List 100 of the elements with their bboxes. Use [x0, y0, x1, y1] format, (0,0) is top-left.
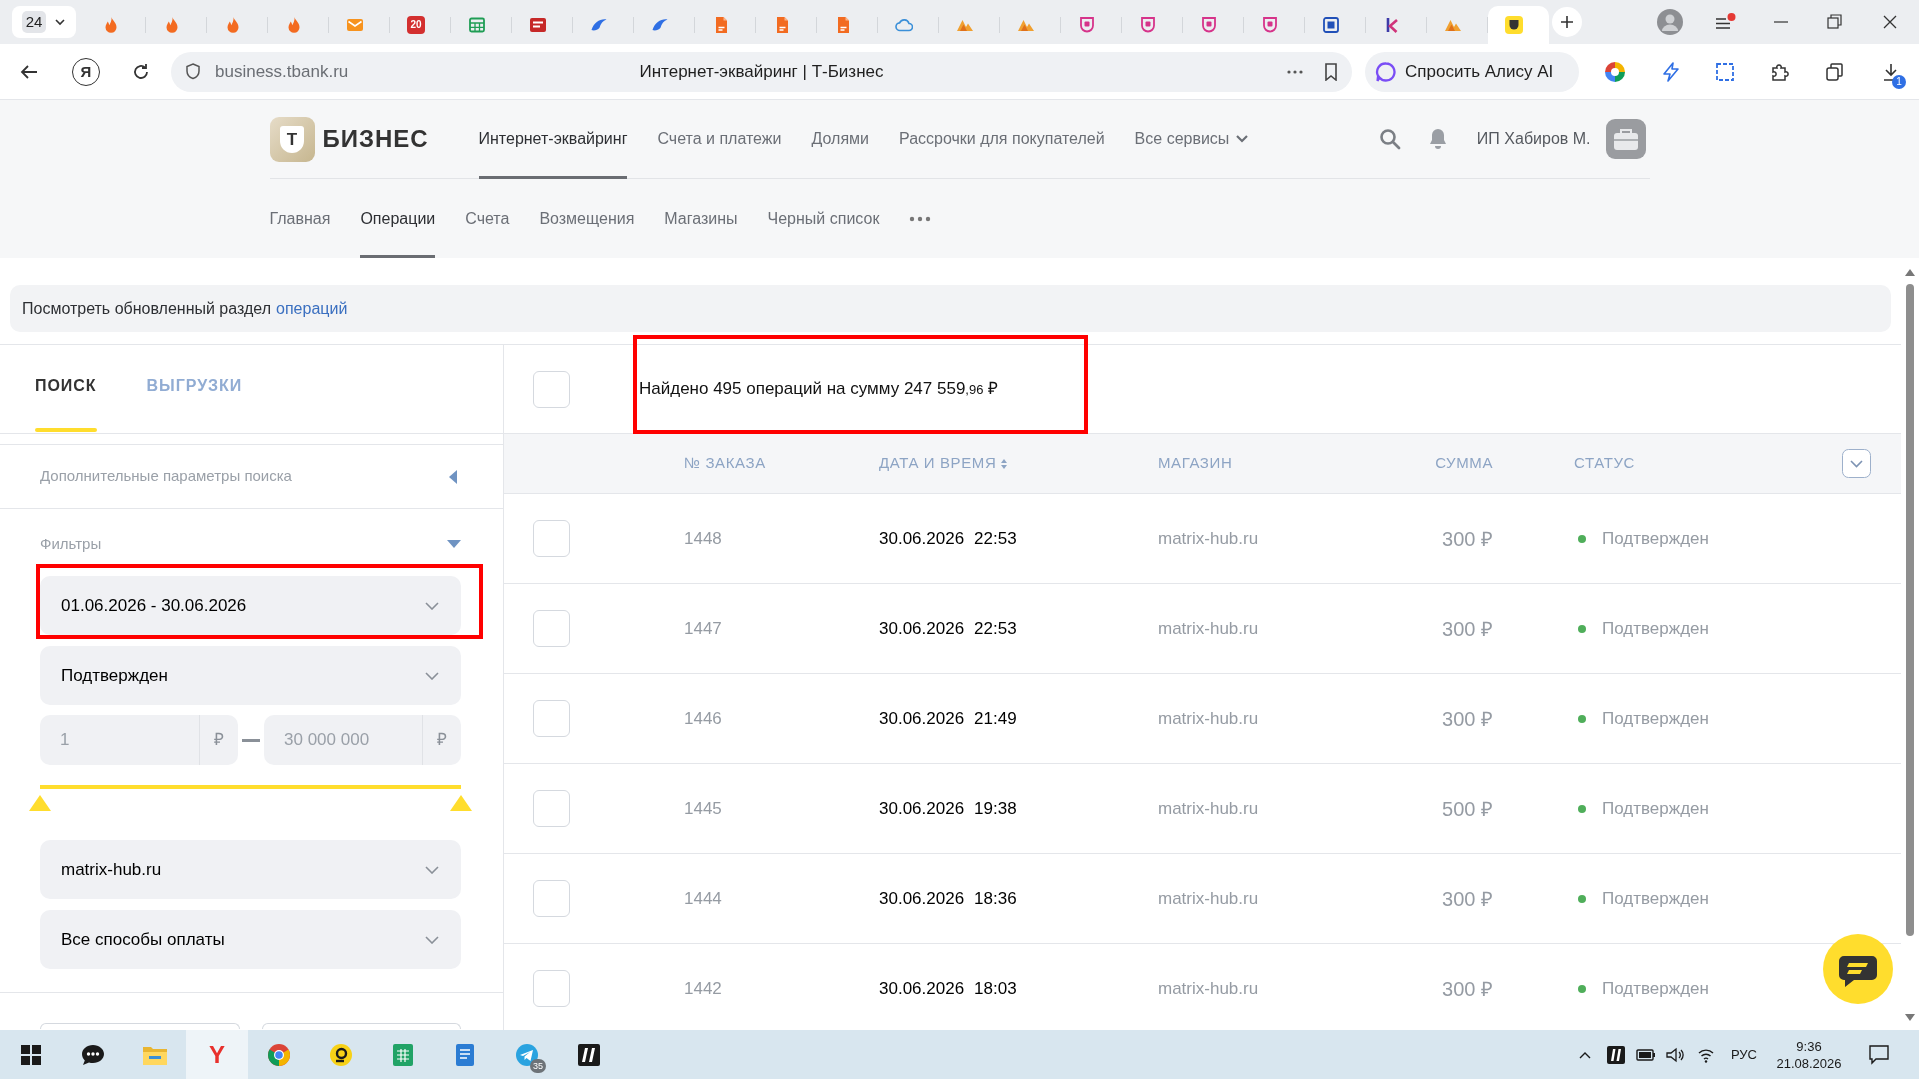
amount-to-field[interactable]: 30 000 000 — [264, 715, 422, 765]
scroll-down-arrow-icon[interactable] — [1905, 1014, 1915, 1021]
select-field[interactable]: Все способы оплаты — [40, 910, 461, 969]
logo-tile[interactable]: Т — [269, 116, 315, 162]
nav-link[interactable]: Счета и платежи — [657, 100, 782, 178]
clock-date[interactable]: 21.08.2026 — [1776, 1054, 1842, 1072]
status-text: Подтвержден — [1602, 527, 1709, 550]
subnav-tab[interactable]: Операции — [360, 179, 436, 258]
alice-button[interactable]: Спросить Алису AI — [1365, 51, 1579, 92]
checkbox[interactable] — [533, 520, 570, 557]
shield-icon — [1200, 16, 1218, 34]
document-icon — [455, 1042, 475, 1067]
address-field[interactable]: business.tbank.ru Интернет-эквайринг | Т-Бизнес — [171, 51, 1352, 92]
filters-toggle[interactable]: Фильтры — [0, 509, 503, 565]
briefcase-icon[interactable] — [1605, 119, 1646, 159]
subnav-tab[interactable]: Возмещения — [539, 179, 635, 258]
ring-icon — [1375, 60, 1397, 83]
checkbox[interactable] — [533, 610, 570, 647]
sort-icon[interactable] — [1000, 458, 1009, 469]
operations-link[interactable]: операций — [276, 299, 348, 317]
lined-tile-icon — [529, 16, 547, 34]
currency-label: ₽ — [422, 715, 461, 765]
slanted-bars-icon[interactable] — [1607, 1045, 1625, 1064]
chevron-down-icon — [425, 601, 439, 610]
select-field[interactable]: Подтвержден — [40, 646, 461, 705]
reload-icon[interactable] — [131, 61, 151, 82]
lightning-icon[interactable] — [1661, 61, 1681, 82]
select-field[interactable]: matrix-hub.ru — [40, 840, 461, 899]
table-icon — [468, 16, 486, 34]
amount-text: 500 ₽ — [1442, 796, 1493, 822]
bookmark-icon[interactable] — [1324, 62, 1338, 81]
checkbox[interactable] — [533, 370, 570, 408]
avatar-icon[interactable] — [1657, 9, 1683, 35]
column-header: СУММА — [1435, 453, 1493, 474]
scrollbar-thumb[interactable] — [1906, 284, 1914, 936]
chevron-down-icon — [425, 865, 439, 874]
nav-link[interactable]: Интернет-эквайринг — [478, 100, 628, 178]
restore-icon[interactable] — [1826, 13, 1844, 31]
subnav-tab[interactable]: Черный список — [767, 179, 880, 258]
slider-thumb[interactable] — [450, 795, 472, 811]
checkbox[interactable] — [533, 970, 570, 1007]
amount-text: 300 ₽ — [1442, 886, 1493, 912]
close-icon[interactable] — [1881, 13, 1899, 31]
color-wheel-icon[interactable] — [1604, 60, 1626, 83]
chat-icon[interactable] — [1823, 934, 1893, 1004]
stacked-pages-icon[interactable] — [1825, 61, 1845, 82]
order-number: 1448 — [684, 527, 722, 550]
subnav-tab[interactable]: Счета — [465, 179, 510, 258]
checkbox[interactable] — [533, 700, 570, 737]
column-header: СТАТУС — [1574, 453, 1635, 474]
nav-link[interactable]: Рассрочки для покупателей — [899, 100, 1105, 178]
menu-icon[interactable] — [1714, 13, 1736, 31]
browser-tab[interactable]: 20 — [390, 6, 451, 44]
selection-icon[interactable] — [1715, 61, 1735, 82]
amount-from-field[interactable]: 1 — [40, 715, 199, 765]
scroll-up-arrow-icon[interactable] — [1905, 269, 1915, 276]
clock-time[interactable]: 9:36 — [1796, 1037, 1822, 1055]
status-text: Подтвержден — [1602, 797, 1709, 820]
status-text: Подтвержден — [1602, 887, 1709, 910]
search-icon[interactable] — [1378, 128, 1401, 150]
store-name: matrix-hub.ru — [1158, 527, 1259, 550]
panel-tab[interactable]: ПОИСК — [35, 376, 97, 432]
envelope-icon — [346, 16, 364, 34]
chevron-down-icon[interactable] — [1842, 449, 1871, 478]
column-header: МАГАЗИН — [1158, 453, 1233, 474]
nav-link[interactable]: Все сервисы — [1134, 100, 1250, 178]
ring-icon — [329, 1042, 353, 1067]
order-number: 1442 — [684, 977, 722, 1000]
store-name: matrix-hub.ru — [1158, 797, 1259, 820]
dash-icon — [242, 738, 260, 742]
store-name: matrix-hub.ru — [1158, 887, 1259, 910]
nav-link[interactable]: Долями — [811, 100, 869, 178]
subnav-tab[interactable]: Магазины — [664, 179, 738, 258]
date-text: 30.06.2026 — [879, 977, 965, 1000]
taskbar-app[interactable]: Y — [186, 1030, 248, 1079]
speaker-icon[interactable] — [1665, 1045, 1685, 1064]
store-name: matrix-hub.ru — [1158, 977, 1259, 1000]
status-text: Подтвержден — [1602, 617, 1709, 640]
date-text: 30.06.2026 — [879, 527, 965, 550]
taskbar-app[interactable]: 35 — [496, 1030, 558, 1079]
chat-bubble-icon — [80, 1042, 106, 1067]
notification-icon[interactable] — [1868, 1043, 1890, 1066]
store-name: matrix-hub.ru — [1158, 617, 1259, 640]
user-name[interactable]: ИП Хабиров М. — [1476, 127, 1591, 151]
language-indicator[interactable]: РУС — [1728, 1044, 1760, 1065]
checkbox[interactable] — [533, 790, 570, 827]
cloud-icon — [895, 16, 913, 34]
select-field[interactable]: 01.06.2026 - 30.06.2026 — [40, 576, 461, 635]
puzzle-icon[interactable] — [1770, 61, 1790, 82]
advanced-search-toggle[interactable]: Дополнительные параметры поиска — [0, 444, 503, 509]
checkbox[interactable] — [533, 880, 570, 917]
browser-tab[interactable] — [1488, 6, 1549, 44]
slider-thumb[interactable] — [29, 795, 51, 811]
shield-icon — [1139, 16, 1157, 34]
time-text: 18:36 — [974, 887, 1017, 910]
subnav-tab[interactable]: Главная — [269, 179, 331, 258]
tab-counter-button[interactable]: 24 — [12, 6, 76, 38]
plus-icon[interactable] — [1552, 7, 1582, 37]
four-squares-icon — [20, 1043, 42, 1066]
more-icon[interactable] — [909, 215, 932, 222]
